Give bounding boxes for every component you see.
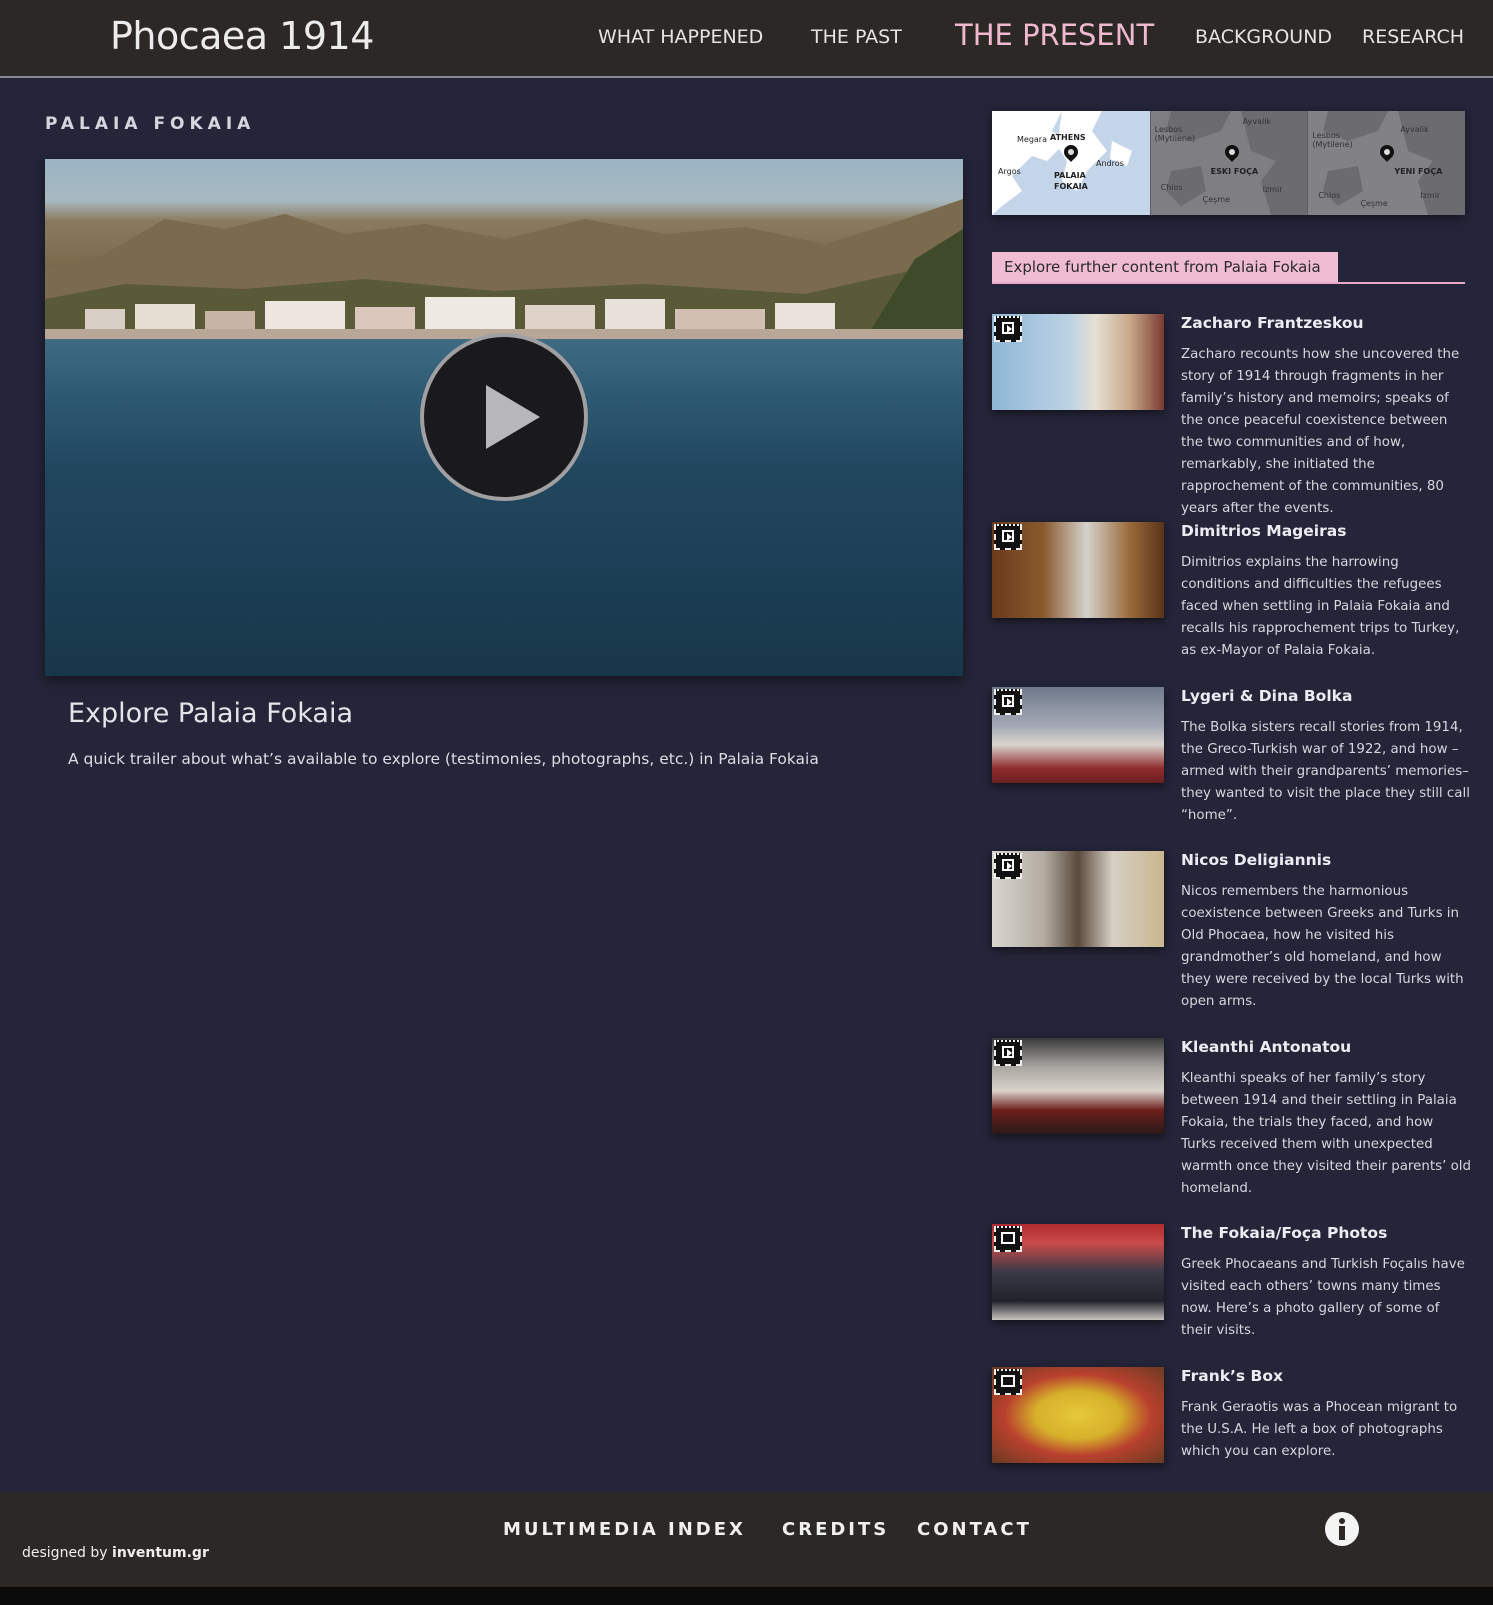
gallery-badge-icon bbox=[994, 1226, 1022, 1252]
map-label-lesbos: Lesbos (Mytilene) bbox=[1154, 125, 1196, 143]
map-label-izmir: Izmir bbox=[1420, 191, 1441, 200]
item-title[interactable]: Frank’s Box bbox=[1181, 1367, 1465, 1385]
trailer-video[interactable] bbox=[45, 159, 963, 676]
map-palaia-fokaia[interactable]: ATHENS PALAIA FOKAIA Megara Argos Andros bbox=[992, 111, 1150, 215]
play-icon bbox=[1002, 695, 1014, 707]
thumbnail-fokaia-foca-photos[interactable] bbox=[992, 1224, 1164, 1320]
photo-icon bbox=[1001, 1232, 1015, 1244]
footer-link-credits[interactable]: CREDITS bbox=[782, 1519, 889, 1540]
map-yeni-foca[interactable]: YENI FOÇA Ayvalik Izmir Chios Çeşme Lesb… bbox=[1307, 111, 1466, 215]
map-label-megara: Megara bbox=[1017, 135, 1047, 144]
footer-bottom-bar bbox=[0, 1587, 1493, 1605]
nav-research[interactable]: RESEARCH bbox=[1362, 26, 1464, 48]
play-icon bbox=[1002, 322, 1014, 334]
map-label-ayvalik: Ayvalik bbox=[1400, 125, 1429, 134]
video-title: Explore Palaia Fokaia bbox=[68, 698, 354, 729]
map-label-argos: Argos bbox=[998, 167, 1021, 176]
explore-further-label: Explore further content from Palaia Foka… bbox=[992, 252, 1338, 282]
item-description: Frank Geraotis was a Phocean migrant to … bbox=[1181, 1400, 1458, 1459]
thumbnail-bolka[interactable] bbox=[992, 687, 1164, 783]
map-label-athens: ATHENS bbox=[1050, 133, 1086, 142]
gallery-badge-icon bbox=[994, 1369, 1022, 1395]
map-label-eski-foca: ESKI FOÇA bbox=[1210, 167, 1259, 176]
play-icon bbox=[486, 385, 540, 449]
item-title[interactable]: Nicos Deligiannis bbox=[1181, 851, 1465, 869]
map-label-chios: Chios bbox=[1160, 183, 1183, 192]
designed-by-prefix: designed by bbox=[22, 1545, 113, 1561]
item-title[interactable]: Zacharo Frantzeskou bbox=[1181, 314, 1465, 332]
play-icon bbox=[1002, 1046, 1014, 1058]
map-land-shape bbox=[992, 111, 1132, 215]
thumbnail-dimitrios[interactable] bbox=[992, 522, 1164, 618]
map-label-izmir: Izmir bbox=[1262, 185, 1283, 194]
video-badge-icon bbox=[994, 524, 1022, 550]
item-title[interactable]: Kleanthi Antonatou bbox=[1181, 1038, 1465, 1056]
map-label-palaia: PALAIA bbox=[1054, 171, 1086, 180]
footer-link-contact[interactable]: CONTACT bbox=[917, 1519, 1032, 1540]
main-nav: WHAT HAPPENED THE PAST THE PRESENT BACKG… bbox=[0, 0, 1493, 78]
town-illustration bbox=[45, 297, 963, 339]
item-title[interactable]: The Fokaia/Foça Photos bbox=[1181, 1224, 1465, 1242]
nav-the-past[interactable]: THE PAST bbox=[811, 26, 902, 48]
thumbnail-kleanthi[interactable] bbox=[992, 1038, 1164, 1134]
video-badge-icon bbox=[994, 316, 1022, 342]
play-icon bbox=[1002, 530, 1014, 542]
map-label-lesbos: Lesbos (Mytilene) bbox=[1312, 131, 1353, 149]
site-footer bbox=[0, 1492, 1493, 1587]
item-description: Kleanthi speaks of her family’s story be… bbox=[1181, 1071, 1471, 1196]
nav-what-happened[interactable]: WHAT HAPPENED bbox=[598, 26, 763, 48]
item-description: The Bolka sisters recall stories from 19… bbox=[1181, 720, 1470, 823]
photo-icon bbox=[1001, 1375, 1015, 1387]
video-badge-icon bbox=[994, 853, 1022, 879]
item-description: Nicos remembers the harmonious coexisten… bbox=[1181, 884, 1464, 1009]
designed-by-link[interactable]: inventum.gr bbox=[112, 1545, 209, 1561]
section-label: PALAIA FOKAIA bbox=[45, 114, 256, 134]
play-button[interactable] bbox=[420, 333, 588, 501]
info-icon[interactable] bbox=[1325, 1512, 1359, 1546]
item-description: Greek Phocaeans and Turkish Foçalıs have… bbox=[1181, 1257, 1465, 1338]
item-title[interactable]: Dimitrios Mageiras bbox=[1181, 522, 1465, 540]
site-header: Phocaea 1914 WHAT HAPPENED THE PAST THE … bbox=[0, 0, 1493, 78]
map-eski-foca[interactable]: ESKI FOÇA Ayvalik Izmir Chios Çeşme Lesb… bbox=[1149, 111, 1308, 215]
nav-background[interactable]: BACKGROUND bbox=[1195, 26, 1332, 48]
item-title[interactable]: Lygeri & Dina Bolka bbox=[1181, 687, 1465, 705]
map-label-cesme: Çeşme bbox=[1202, 195, 1231, 204]
thumbnail-nicos[interactable] bbox=[992, 851, 1164, 947]
video-badge-icon bbox=[994, 1040, 1022, 1066]
thumbnail-franks-box[interactable] bbox=[992, 1367, 1164, 1463]
item-description: Dimitrios explains the harrowing conditi… bbox=[1181, 555, 1460, 658]
footer-link-multimedia-index[interactable]: MULTIMEDIA INDEX bbox=[503, 1519, 746, 1540]
map-label-cesme: Çeşme bbox=[1360, 199, 1388, 208]
map-label-chios: Chios bbox=[1318, 191, 1341, 200]
item-description: Zacharo recounts how she uncovered the s… bbox=[1181, 347, 1460, 516]
thumbnail-zacharo[interactable] bbox=[992, 314, 1164, 410]
explore-further-header: Explore further content from Palaia Foka… bbox=[992, 252, 1465, 284]
map-label-fokaia: FOKAIA bbox=[1054, 182, 1088, 191]
play-icon bbox=[1002, 859, 1014, 871]
map-label-andros: Andros bbox=[1096, 159, 1124, 168]
location-maps: ATHENS PALAIA FOKAIA Megara Argos Andros… bbox=[992, 111, 1466, 215]
nav-the-present[interactable]: THE PRESENT bbox=[955, 18, 1154, 52]
designed-by: designed by inventum.gr bbox=[22, 1545, 209, 1561]
map-label-yeni-foca: YENI FOÇA bbox=[1394, 167, 1443, 176]
map-label-ayvalik: Ayvalik bbox=[1242, 117, 1272, 126]
video-description: A quick trailer about what’s available t… bbox=[68, 750, 819, 768]
video-badge-icon bbox=[994, 689, 1022, 715]
